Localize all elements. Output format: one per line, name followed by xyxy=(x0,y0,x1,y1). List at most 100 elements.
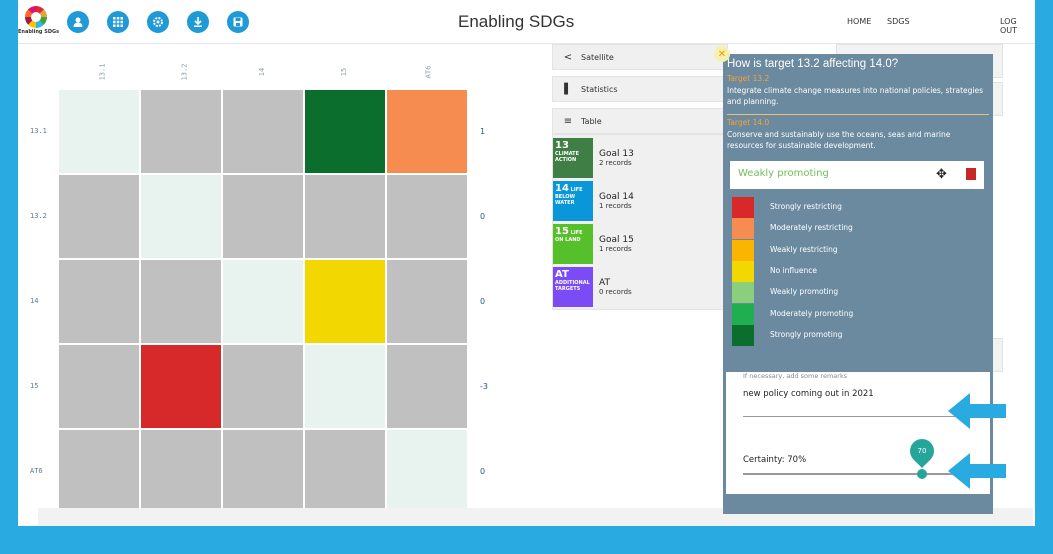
user-button[interactable] xyxy=(67,11,89,33)
matrix-row-sum: 0 xyxy=(480,212,486,221)
goal-item[interactable]: 13 CLIMATE ACTION Goal 13 2 records xyxy=(553,137,727,178)
statistics-view-button[interactable]: ▌ Statistics xyxy=(552,76,728,102)
option-label: Moderately restricting xyxy=(770,223,853,233)
matrix-cell[interactable] xyxy=(222,429,304,514)
option-label: Weakly promoting xyxy=(770,287,839,297)
download-icon xyxy=(194,17,202,27)
move-icon[interactable]: ✥ xyxy=(936,167,947,182)
matrix-cell[interactable] xyxy=(222,259,304,344)
option-label: Strongly restricting xyxy=(770,202,842,211)
certainty-slider[interactable] xyxy=(743,473,973,475)
goal-icon-number: 13 xyxy=(555,139,569,151)
matrix-cell[interactable] xyxy=(58,429,140,514)
selected-value: Weakly promoting xyxy=(738,168,829,179)
target-b-label: Target 14.0 xyxy=(727,118,770,127)
nav-logout[interactable]: LOG OUT xyxy=(1000,17,1035,35)
matrix-cell[interactable] xyxy=(386,259,468,344)
delete-icon[interactable] xyxy=(966,168,976,180)
matrix-cell[interactable] xyxy=(304,259,386,344)
matrix-cell[interactable] xyxy=(222,344,304,429)
interaction-option[interactable]: Weakly promoting xyxy=(730,282,984,304)
interaction-option[interactable]: Strongly restricting xyxy=(730,197,984,218)
satellite-label: Satellite xyxy=(581,52,614,62)
matrix-cell[interactable] xyxy=(304,429,386,514)
matrix-column-label: 14 xyxy=(258,67,267,77)
matrix-cell[interactable] xyxy=(140,344,222,429)
matrix-cell[interactable] xyxy=(222,89,304,174)
matrix-row-label: 15 xyxy=(30,382,39,390)
annotation-arrow-icon xyxy=(948,453,1006,489)
goal-icon: 13 CLIMATE ACTION xyxy=(553,137,593,178)
remarks-input[interactable]: new policy coming out in 2021 xyxy=(743,389,874,399)
filter-icon: ≡ xyxy=(563,115,573,127)
matrix-row-sum: -3 xyxy=(480,382,488,391)
option-swatch xyxy=(732,218,754,240)
save-button[interactable] xyxy=(227,11,249,33)
matrix-cell[interactable] xyxy=(140,429,222,514)
matrix-cell[interactable] xyxy=(304,174,386,259)
interaction-option[interactable]: Moderately promoting xyxy=(730,303,984,325)
matrix-row-label: 13.2 xyxy=(30,212,47,220)
table-view-button[interactable]: ≡ Table xyxy=(552,108,728,134)
goal-icon: AT ADDITIONAL TARGETS xyxy=(553,266,593,307)
bar-chart-icon: ▌ xyxy=(564,83,572,95)
matrix-cell[interactable] xyxy=(140,174,222,259)
goal-item[interactable]: AT ADDITIONAL TARGETS AT 0 records xyxy=(553,266,727,307)
matrix-cell[interactable] xyxy=(386,89,468,174)
matrix-cell[interactable] xyxy=(304,89,386,174)
matrix-cell[interactable] xyxy=(58,344,140,429)
target-b-text: Conserve and sustainably use the oceans,… xyxy=(727,130,951,150)
matrix-cell[interactable] xyxy=(58,89,140,174)
goal-icon: 15 LIFE ON LAND xyxy=(553,223,593,264)
grid-button[interactable] xyxy=(107,11,129,33)
matrix-cell[interactable] xyxy=(304,344,386,429)
interaction-option[interactable]: Weakly restricting xyxy=(730,239,984,261)
settings-button[interactable] xyxy=(147,11,169,33)
option-swatch xyxy=(732,303,754,325)
matrix-cell[interactable] xyxy=(58,174,140,259)
certainty-value: 70 xyxy=(917,447,927,455)
annotation-arrow-icon xyxy=(948,393,1006,429)
matrix-cell[interactable] xyxy=(140,259,222,344)
option-swatch xyxy=(732,282,754,304)
nav-sdgs[interactable]: SDGS xyxy=(887,17,910,26)
matrix-cell[interactable] xyxy=(386,344,468,429)
goal-icon-text: CLIMATE ACTION xyxy=(555,150,579,163)
target-a-label: Target 13.2 xyxy=(727,74,770,83)
app-logo[interactable]: Enabling SDGs xyxy=(18,6,60,40)
matrix-row-label: AT6 xyxy=(30,467,43,475)
matrix-cell[interactable] xyxy=(386,174,468,259)
goal-name: Goal 14 xyxy=(599,191,634,202)
dialog-question: How is target 13.2 affecting 14.0? xyxy=(727,58,899,70)
interaction-option[interactable]: Moderately restricting xyxy=(730,218,984,240)
goal-name: Goal 15 xyxy=(599,234,634,245)
matrix-row-sum: 0 xyxy=(480,297,486,306)
download-button[interactable] xyxy=(187,11,209,33)
interaction-option[interactable]: No influence xyxy=(730,260,984,282)
option-label: No influence xyxy=(770,265,818,275)
matrix-cell[interactable] xyxy=(386,429,468,514)
matrix-row-label: 13.1 xyxy=(30,127,47,135)
goal-name: AT xyxy=(599,277,610,288)
interaction-option[interactable]: Strongly promoting xyxy=(730,324,984,346)
certainty-label: Certainty: 70% xyxy=(743,455,807,465)
nav-home[interactable]: HOME xyxy=(847,17,871,26)
app-frame: Enabling SDGs Enabling SDGs HOME SDGS LO… xyxy=(18,0,1035,526)
interaction-dialog: How is target 13.2 affecting 14.0? Targe… xyxy=(723,54,993,514)
divider xyxy=(727,114,989,115)
goal-list: 13 CLIMATE ACTION Goal 13 2 records 14 LIFE… xyxy=(552,134,728,310)
interaction-select[interactable]: Weakly promoting ✥ xyxy=(730,161,984,189)
matrix-column-label: AT6 xyxy=(424,65,433,79)
matrix-cell[interactable] xyxy=(58,259,140,344)
goal-item[interactable]: 14 LIFE BELOW WATER Goal 14 1 records xyxy=(553,180,727,221)
logo-text: Enabling SDGs xyxy=(18,29,60,35)
share-icon: < xyxy=(563,51,573,63)
certainty-slider-handle[interactable] xyxy=(917,469,927,479)
goal-item[interactable]: 15 LIFE ON LAND Goal 15 1 records xyxy=(553,223,727,264)
matrix-cell[interactable] xyxy=(222,174,304,259)
matrix-cell[interactable] xyxy=(140,89,222,174)
matrix-column-label: 13.1 xyxy=(98,63,107,81)
satellite-view-button[interactable]: < Satellite xyxy=(552,44,728,70)
close-icon[interactable]: ✕ xyxy=(714,46,730,62)
remarks-underline xyxy=(743,416,973,417)
